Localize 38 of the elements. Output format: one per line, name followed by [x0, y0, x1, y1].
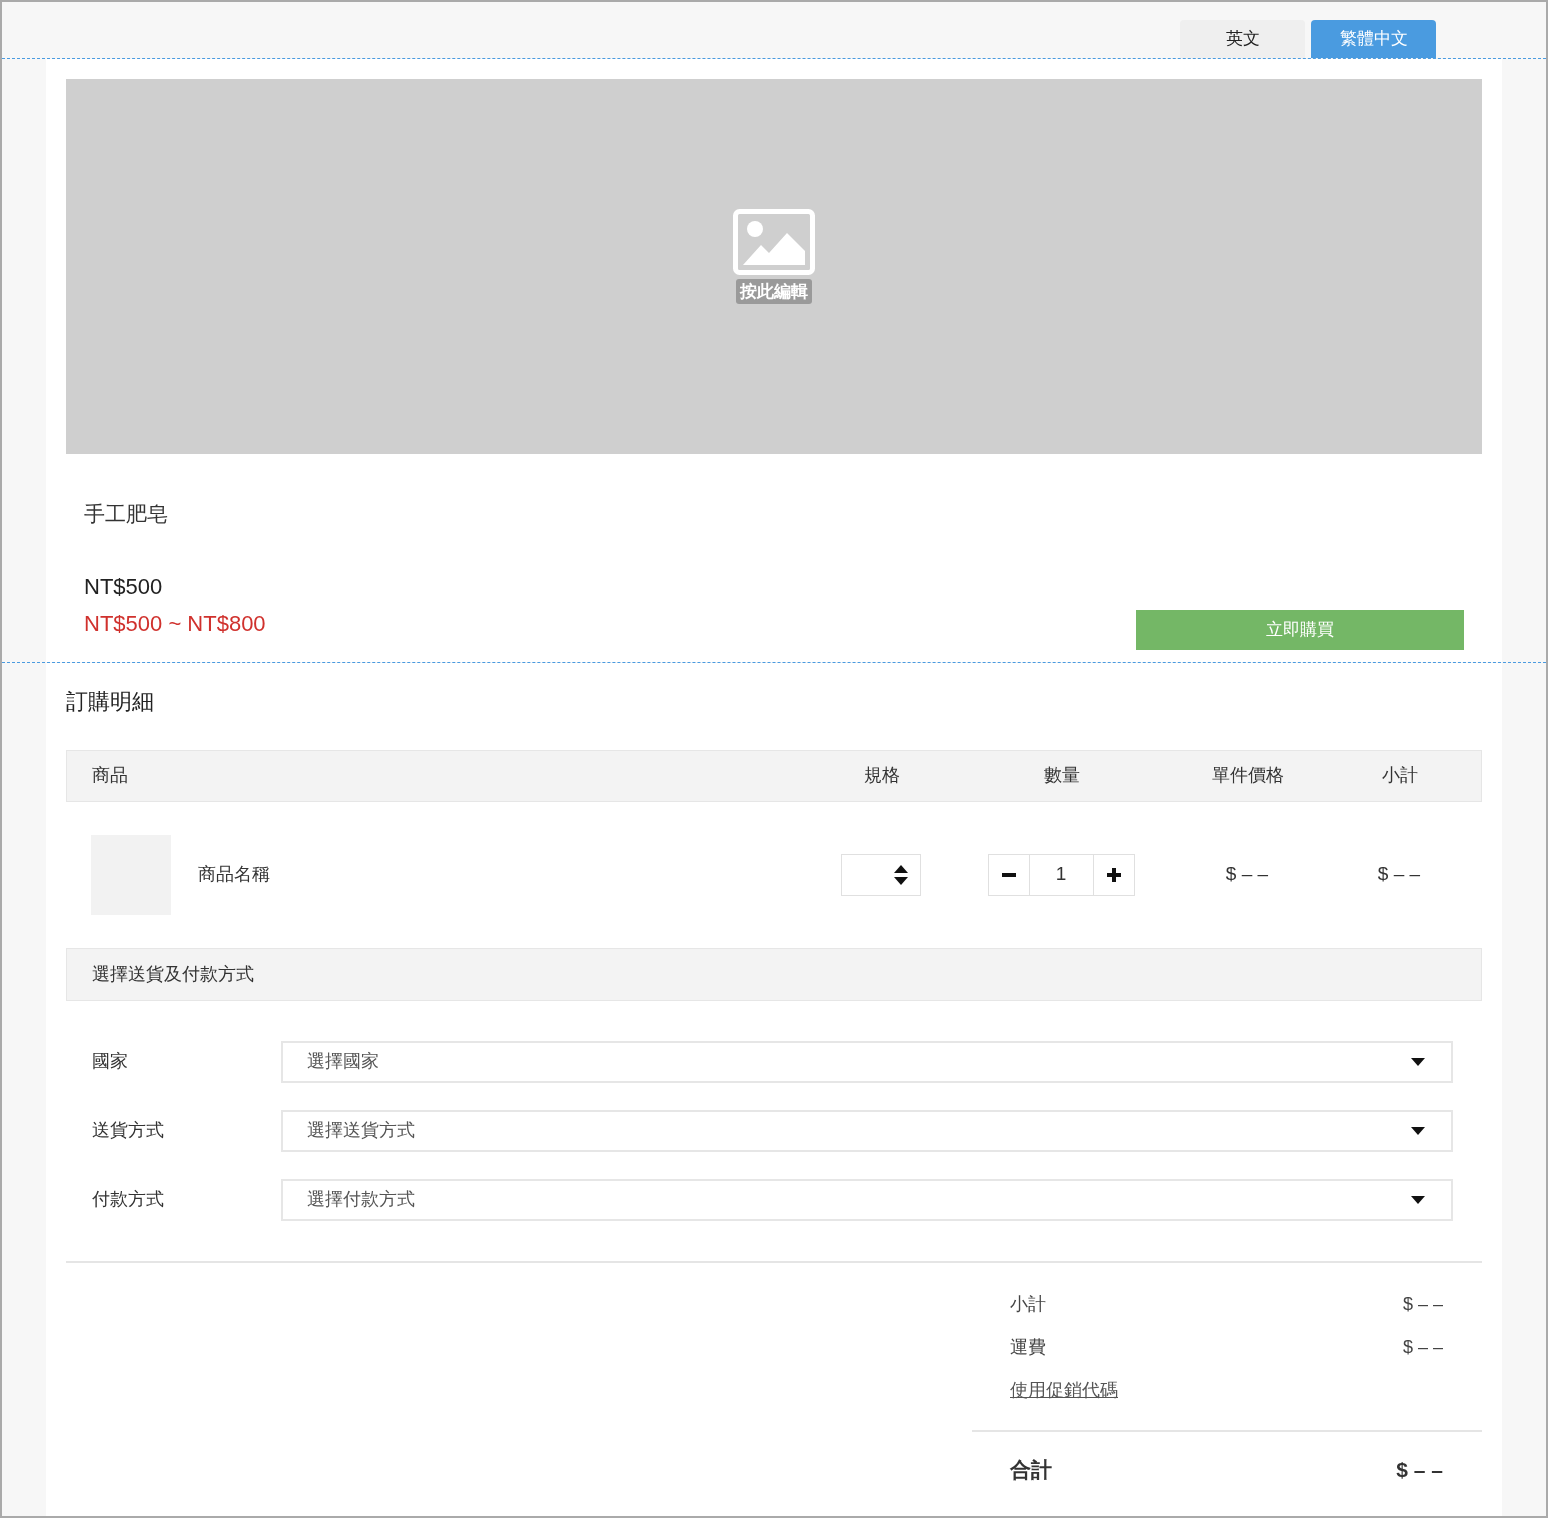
subtotal-cell-text: $ – – [1376, 862, 1422, 887]
column-header: 數量 [1043, 764, 1081, 787]
dropdown-caret-icon [1411, 1057, 1425, 1066]
quantity-stepper[interactable]: 1 [987, 853, 1135, 896]
image-caption: 按此編輯 [736, 278, 812, 305]
dropdown-caret-icon [1411, 1126, 1425, 1135]
shipping-header: 選擇送貨及付款方式 [66, 947, 1482, 1001]
product-name: 手工肥皂 [84, 501, 169, 527]
field-label: 送貨方式 [91, 1119, 165, 1142]
quantity-field[interactable]: 1 [1029, 854, 1093, 895]
dropdown-select[interactable]: 選擇國家 [281, 1040, 1453, 1083]
summary-value: $ – – [1402, 1335, 1443, 1359]
dropdown-select[interactable]: 選擇送貨方式 [281, 1109, 1453, 1152]
summary-label: 小計 [1010, 1292, 1046, 1316]
unit-price-cell-text: $ – – [1224, 862, 1270, 887]
dropdown-caret-icon [1411, 1195, 1425, 1204]
product-name-cell-text: 商品名稱 [198, 863, 270, 886]
field-label: 國家 [91, 1050, 129, 1073]
dropdown-select[interactable]: 選擇付款方式 [281, 1178, 1453, 1221]
spec-select[interactable] [841, 853, 921, 896]
sort-arrows-icon [894, 864, 908, 885]
total-value: $ – – [1396, 1456, 1443, 1483]
image-icon [733, 208, 815, 275]
plus-icon [1106, 867, 1121, 882]
field-label: 付款方式 [91, 1188, 165, 1211]
order-title: 訂購明細 [66, 687, 155, 716]
promo-code-link[interactable]: 使用促銷代碼 [1010, 1379, 1118, 1400]
product-price: NT$500 [84, 572, 164, 601]
column-header: 規格 [863, 764, 901, 787]
price-range: NT$500 ~ NT$800 [84, 609, 266, 638]
total-label: 合計 [1010, 1456, 1052, 1483]
language-tab[interactable]: 英文 [1180, 20, 1305, 58]
summary-label: 運費 [1010, 1335, 1046, 1359]
summary-value: $ – – [1402, 1292, 1443, 1316]
minus-icon [1001, 872, 1016, 877]
column-header: 單件價格 [1211, 764, 1285, 787]
column-header: 小計 [1381, 764, 1419, 787]
column-header: 商品 [91, 764, 129, 787]
